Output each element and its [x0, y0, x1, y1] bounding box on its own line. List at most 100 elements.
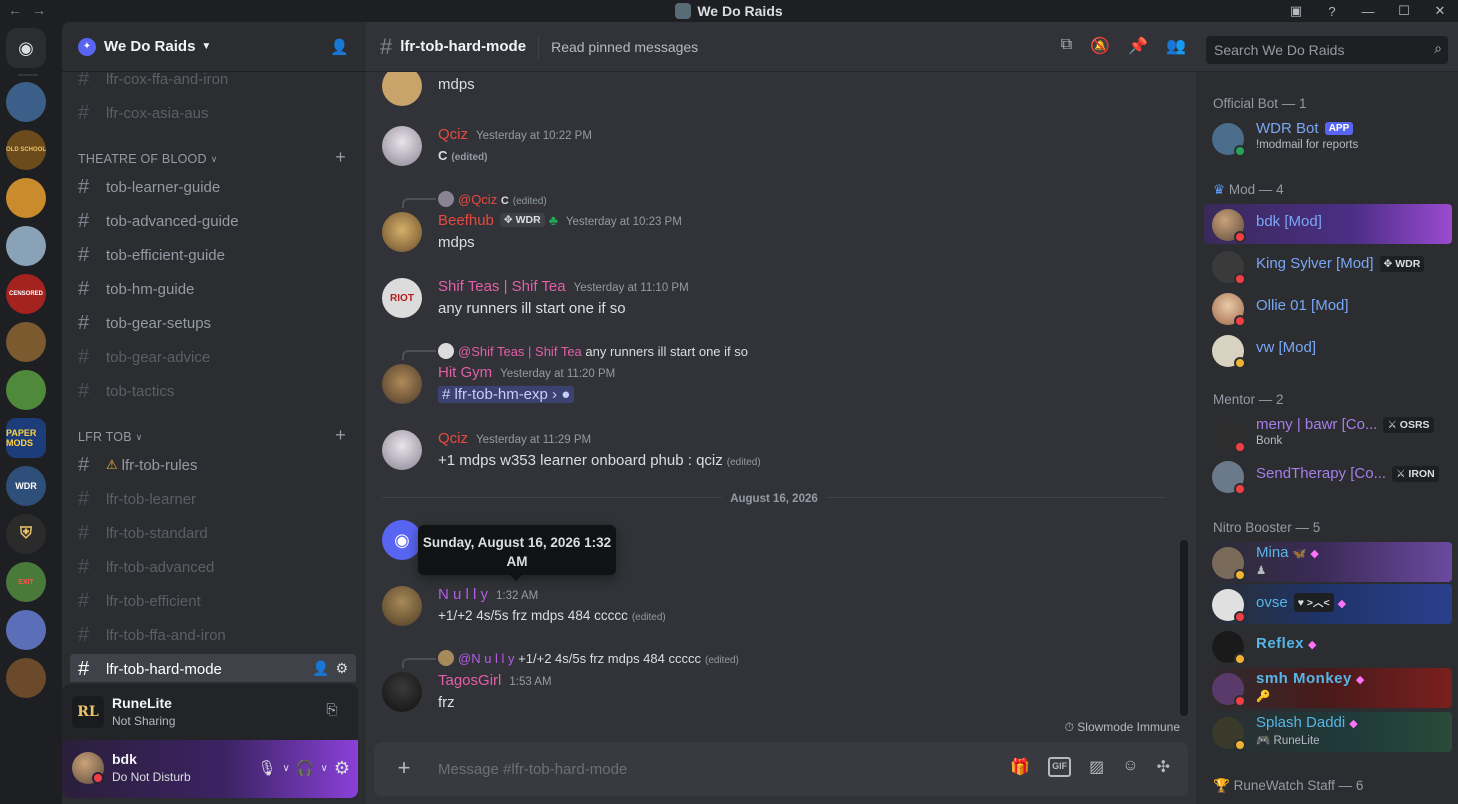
channel-lfr-tob-hard-mode[interactable]: # lfr-tob-hard-mode 👤 ⚙ [70, 654, 356, 682]
server-icon-7[interactable] [6, 370, 46, 410]
channel-lfr-tob-advanced[interactable]: # lfr-tob-advanced [70, 552, 356, 582]
server-icon-4[interactable] [6, 226, 46, 266]
search-input[interactable] [1206, 36, 1448, 64]
microphone-icon[interactable]: 🎙 [257, 756, 276, 780]
channel-tob-gear-advice[interactable]: # tob-gear-advice [70, 342, 356, 372]
channel-tob-learner-guide[interactable]: # tob-learner-guide [70, 172, 356, 202]
reply-preview[interactable]: @Qciz C (edited) [438, 191, 547, 207]
gear-icon[interactable]: ⚙ [335, 660, 348, 677]
message-author[interactable]: TagosGirl 1:53 AM [438, 672, 552, 689]
server-icon-13[interactable] [6, 658, 46, 698]
channel-lfr-cox-ffa-and-iron[interactable]: # lfr-cox-ffa-and-iron [70, 72, 356, 94]
threads-icon[interactable]: ⧉ [1061, 36, 1072, 56]
message-author[interactable]: Qciz Yesterday at 10:22 PM [438, 126, 592, 143]
member-king-sylver[interactable]: King Sylver [Mod] ✥ WDR [1204, 246, 1452, 286]
member-list-icon[interactable]: 👥 [1166, 36, 1186, 56]
channel-tob-efficient-guide[interactable]: # tob-efficient-guide [70, 240, 356, 270]
maximize-button[interactable]: ☐ [1386, 0, 1422, 22]
message-author[interactable]: Shif Teas | Shif Tea Yesterday at 11:10 P… [438, 278, 689, 295]
member-ollie-01[interactable]: Ollie 01 [Mod] [1204, 288, 1452, 328]
avatar[interactable] [382, 212, 422, 252]
discord-home-icon[interactable]: ◉ [6, 28, 46, 68]
invite-people-icon[interactable]: 👤 [330, 38, 350, 58]
channel-tob-gear-setups[interactable]: # tob-gear-setups [70, 308, 356, 338]
gear-icon[interactable]: ⚙ [334, 756, 350, 780]
channel-tob-tactics[interactable]: # tob-tactics [70, 376, 356, 406]
channel-tob-advanced-guide[interactable]: # tob-advanced-guide [70, 206, 356, 236]
apps-icon[interactable]: ✣ [1157, 757, 1170, 777]
dnd-status-icon [1234, 695, 1246, 707]
category-theatre-of-blood[interactable]: THEATRE OF BLOOD ∨ + [78, 147, 358, 169]
channel-lfr-tob-learner[interactable]: # lfr-tob-learner [70, 484, 356, 514]
server-icon-helmet[interactable]: ⛨ [6, 514, 46, 554]
message-input[interactable] [438, 756, 958, 782]
member-reflex[interactable]: Reflex ◆ [1204, 626, 1452, 666]
channel-mention-link[interactable]: # lfr-tob-hm-exp › ● [438, 386, 575, 403]
reply-preview[interactable]: @Shif Teas | Shif Tea any runners ill st… [438, 343, 748, 359]
emoji-icon[interactable]: ☺ [1122, 757, 1138, 777]
avatar[interactable]: RIOT [382, 278, 422, 318]
username[interactable]: bdk [112, 751, 137, 767]
add-attachment-button[interactable]: + [392, 756, 416, 780]
member-meny[interactable]: meny | bawr [Co... ⚔ OSRS Bonk [1204, 414, 1452, 454]
create-channel-icon[interactable]: + [335, 425, 346, 446]
server-icon-paper-mods[interactable]: PAPER MODS [6, 418, 46, 458]
avatar[interactable] [382, 364, 422, 404]
server-icon-wdr[interactable]: WDR [6, 466, 46, 506]
member-mina[interactable]: Mina 🦋 ◆ ♟ [1204, 542, 1452, 582]
server-icon-6[interactable] [6, 322, 46, 362]
avatar[interactable] [382, 430, 422, 470]
server-icon-exit[interactable]: EXIT [6, 562, 46, 602]
create-channel-icon[interactable]: + [335, 147, 346, 168]
channel-lfr-tob-rules[interactable]: # ⚠ lfr-tob-rules [70, 450, 356, 480]
inbox-icon[interactable]: ▣ [1278, 0, 1314, 22]
avatar[interactable] [72, 752, 104, 784]
hash-icon: # [78, 243, 90, 266]
channel-lfr-tob-standard[interactable]: # lfr-tob-standard [70, 518, 356, 548]
server-icon-3[interactable] [6, 178, 46, 218]
server-icon-censored[interactable]: CENSORED [6, 274, 46, 314]
invite-icon[interactable]: 👤 [312, 660, 329, 677]
message-author[interactable]: Beefhub ✥ WDR ♣ Yesterday at 10:23 PM [438, 212, 682, 229]
guild-header[interactable]: ✦ We Do Raids ▼ 👤 [62, 22, 366, 72]
scrollbar[interactable] [1180, 540, 1188, 716]
pin-icon[interactable]: 📌 [1128, 36, 1148, 56]
share-screen-icon[interactable]: ⎘ [320, 701, 344, 723]
gift-icon[interactable]: 🎁 [1010, 757, 1030, 777]
member-sendtherapy[interactable]: SendTherapy [Co... ⚔ IRON [1204, 456, 1452, 496]
member-ovse[interactable]: ovse ♥ >︿< ◆ [1204, 584, 1452, 624]
member-vw[interactable]: vw [Mod] [1204, 330, 1452, 370]
message-author[interactable]: Hit Gym Yesterday at 11:20 PM [438, 364, 615, 381]
avatar[interactable] [382, 72, 422, 106]
channel-lfr-cox-asia-aus[interactable]: # lfr-cox-asia-aus [70, 98, 356, 128]
channel-lfr-tob-ffa-and-iron[interactable]: # lfr-tob-ffa-and-iron [70, 620, 356, 650]
server-icon-1[interactable] [6, 82, 46, 122]
avatar[interactable] [382, 586, 422, 626]
member-smh-monkey[interactable]: smh Monkey ◆ 🔑 [1204, 668, 1452, 708]
reply-preview[interactable]: @N u l l y +1/+2 4s/5s frz mdps 484 cccc… [438, 650, 739, 666]
discord-logo-icon[interactable]: ◉ [382, 520, 422, 560]
member-bdk[interactable]: bdk [Mod] [1204, 204, 1452, 244]
message-author[interactable]: Qciz Yesterday at 11:29 PM [438, 430, 591, 447]
server-icon-old-school[interactable]: OLD SCHOOL [6, 130, 46, 170]
channel-topic[interactable]: Read pinned messages [551, 39, 698, 55]
headphones-icon[interactable]: 🎧 [296, 756, 315, 780]
avatar[interactable] [382, 672, 422, 712]
category-lfr-tob[interactable]: LFR TOB ∨ + [78, 425, 358, 447]
notification-bell-muted-icon[interactable]: 🔕 [1090, 36, 1110, 56]
member-splash-daddi[interactable]: Splash Daddi ◆ 🎮 RuneLite [1204, 712, 1452, 752]
avatar[interactable] [382, 126, 422, 166]
server-icon-12[interactable] [6, 610, 46, 650]
minimize-button[interactable]: — [1350, 0, 1386, 22]
message: Hit Gym Yesterday at 11:20 PM # lfr-tob-h… [382, 364, 1172, 408]
message-author[interactable]: N u l l y 1:32 AM [438, 586, 538, 603]
channel-tob-hm-guide[interactable]: # tob-hm-guide [70, 274, 356, 304]
sticker-icon[interactable]: ▨ [1089, 757, 1104, 777]
close-button[interactable]: ✕ [1422, 0, 1458, 22]
help-icon[interactable]: ? [1314, 0, 1350, 22]
chevron-down-icon[interactable]: ∨ [283, 756, 290, 780]
gif-icon[interactable]: GIF [1048, 757, 1072, 777]
member-wdr-bot[interactable]: WDR Bot APP !modmail for reports [1204, 118, 1452, 158]
channel-lfr-tob-efficient[interactable]: # lfr-tob-efficient [70, 586, 356, 616]
chevron-down-icon[interactable]: ∨ [321, 756, 328, 780]
